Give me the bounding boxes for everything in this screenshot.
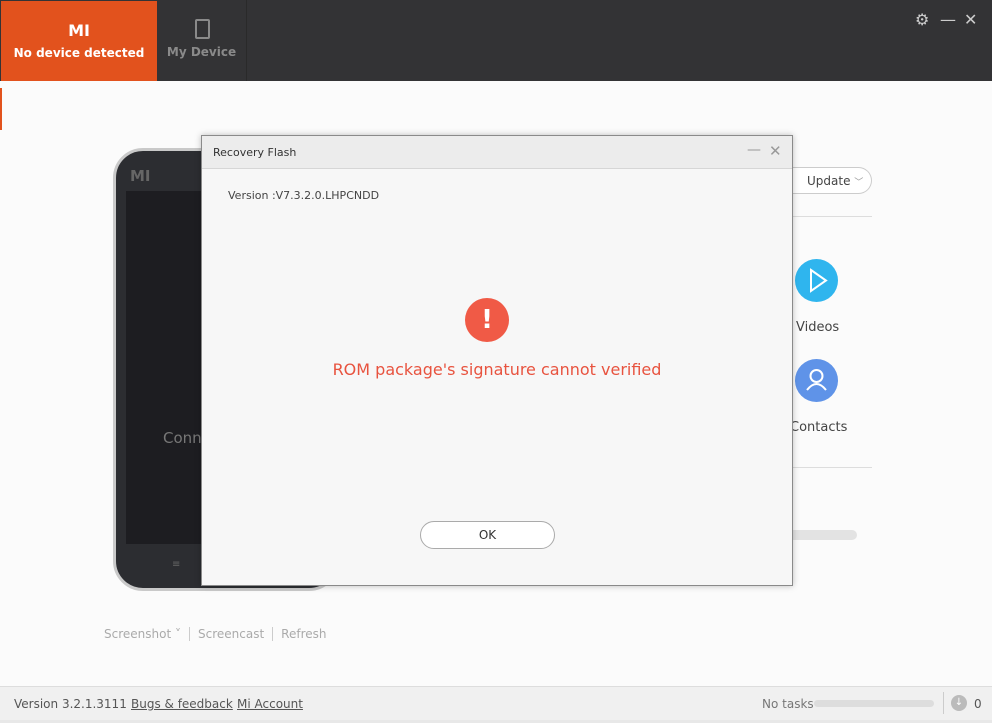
rom-version: Version :V7.3.2.0.LHPCNDD [228, 189, 380, 202]
app-version: Version 3.2.1.3111 [14, 697, 127, 711]
screencast-button[interactable]: Screencast [190, 627, 274, 641]
tab-label: No device detected [13, 46, 145, 60]
person-icon [806, 369, 827, 391]
storage-bar [793, 530, 857, 540]
ok-button[interactable]: OK [420, 521, 555, 549]
settings-icon[interactable]: ⚙ [915, 10, 929, 29]
minimize-icon[interactable]: — [747, 142, 761, 158]
close-icon[interactable]: ✕ [769, 142, 782, 160]
update-label: Update [807, 174, 851, 188]
videos-label: Videos [796, 320, 840, 335]
phone-tools: Screenshot ˅ Screencast Refresh [104, 627, 335, 641]
edge-accent [0, 88, 2, 130]
task-progress [814, 700, 934, 707]
play-icon [810, 268, 828, 293]
update-button[interactable]: Update ﹀ [793, 167, 872, 194]
dialog-title: Recovery Flash [213, 146, 297, 159]
bugs-feedback-link[interactable]: Bugs & feedback [131, 697, 233, 711]
tab-label: My Device [166, 45, 237, 59]
status-bar: Version 3.2.1.3111 Bugs & feedback Mi Ac… [0, 686, 992, 720]
divider [793, 467, 872, 468]
divider [943, 692, 944, 714]
close-icon[interactable]: ✕ [964, 10, 977, 29]
tasks-status: No tasks [762, 697, 814, 711]
contacts-button[interactable] [795, 359, 838, 402]
recovery-flash-dialog: Recovery Flash — ✕ Version :V7.3.2.0.LHP… [201, 135, 793, 586]
minimize-icon[interactable]: — [940, 10, 956, 29]
chevron-down-icon: ﹀ [854, 178, 864, 188]
mi-account-link[interactable]: Mi Account [237, 697, 303, 711]
mi-logo: MI [68, 21, 90, 40]
screenshot-label: Screenshot [104, 627, 172, 641]
tab-my-device[interactable]: My Device [157, 0, 247, 81]
phone-icon [195, 19, 210, 39]
divider [793, 216, 872, 217]
dialog-titlebar: Recovery Flash — ✕ [202, 136, 792, 169]
tab-no-device[interactable]: MI No device detected [1, 1, 157, 81]
download-count: 0 [974, 697, 982, 711]
contacts-label: Contacts [790, 420, 848, 435]
phone-logo: MI [130, 167, 151, 185]
alert-icon: ! [465, 298, 509, 342]
error-message: ROM package's signature cannot verified [332, 360, 662, 379]
menu-icon: ≡ [172, 559, 181, 570]
refresh-button[interactable]: Refresh [273, 627, 334, 641]
screenshot-button[interactable]: Screenshot ˅ [104, 627, 190, 641]
download-icon[interactable]: ↓ [951, 695, 967, 711]
videos-button[interactable] [795, 259, 838, 302]
